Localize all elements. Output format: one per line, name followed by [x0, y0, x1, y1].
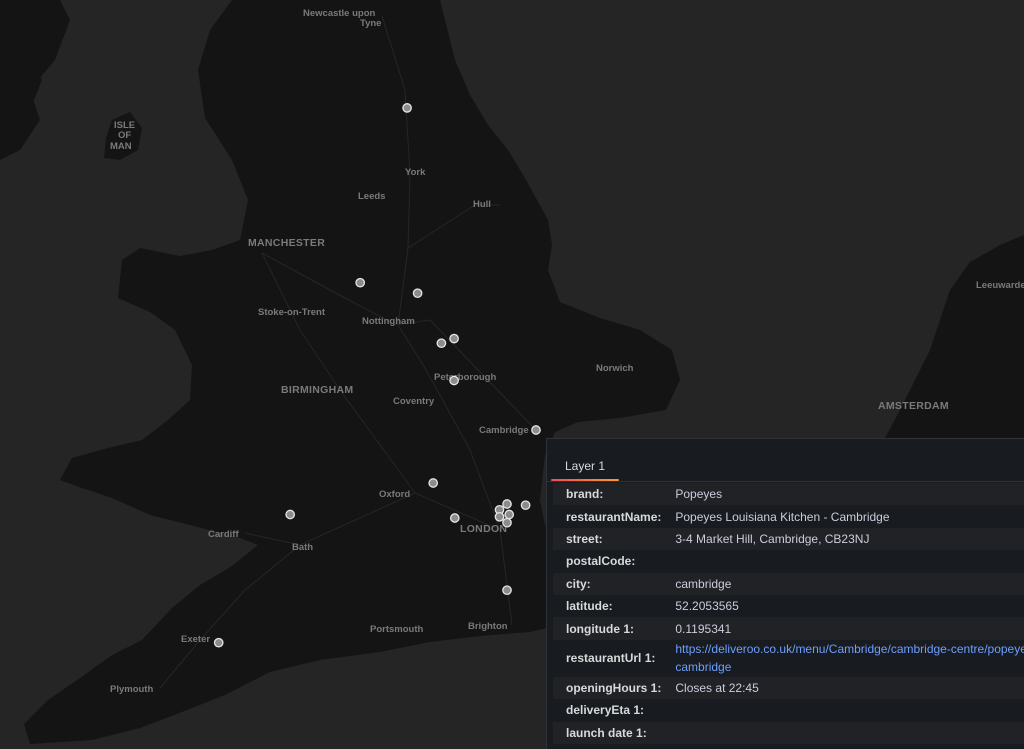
tab-layer-1[interactable]: Layer 1 — [551, 451, 619, 481]
marker-cambridge[interactable] — [531, 425, 541, 435]
property-value: Popeyes — [661, 483, 1024, 506]
property-value: cambridge — [661, 572, 1024, 595]
map-label-york: York — [405, 167, 426, 178]
map-label-coventry: Coventry — [393, 396, 435, 407]
tooltip-tabbar: Layer 1 — [547, 439, 1024, 482]
marker-newcastle[interactable] — [402, 103, 412, 113]
marker-manchester[interactable] — [355, 277, 366, 288]
map-label-bath: Bath — [292, 542, 313, 553]
property-key: deliveryEta 1: — [566, 703, 645, 718]
property-value — [661, 721, 1024, 744]
marker-london-4[interactable] — [504, 509, 515, 520]
map-label-london: LONDON — [460, 523, 507, 535]
marker-oxford[interactable] — [428, 478, 439, 488]
map-label-hull: Hull — [473, 199, 491, 210]
marker-reading[interactable] — [449, 513, 460, 523]
map-label-cambridge: Cambridge — [479, 425, 529, 436]
property-key: openingHours 1: — [553, 676, 662, 700]
map-label-portsmouth: Portsmouth — [370, 624, 424, 635]
marker-london-6[interactable] — [520, 500, 531, 511]
feature-tooltip: Layer 1 brand: Popeyes restaurantName: Pope… — [546, 438, 1024, 749]
map-label-manchester: MANCHESTER — [248, 237, 325, 249]
properties-table: brand: Popeyes restaurantName: Popeyes Loui… — [553, 483, 1024, 744]
table-row: openingHours 1: Closes at 22:45 — [553, 676, 1024, 700]
table-row: street: 3-4 Market Hill, Cambridge, CB23N… — [553, 527, 1024, 551]
marker-london-5[interactable] — [502, 517, 512, 528]
map-label-cardiff: Cardiff — [208, 529, 239, 540]
property-key: street: — [553, 527, 662, 551]
property-key: city: — [553, 572, 662, 595]
marker-london-3[interactable] — [502, 499, 512, 509]
property-key: postalCode: — [566, 554, 636, 569]
map-label-plymouth: Plymouth — [110, 684, 153, 695]
property-value: Closes at 22:45 — [661, 676, 1024, 700]
table-row: deliveryEta 1: — [553, 699, 1024, 721]
marker-sheffield[interactable] — [412, 288, 423, 299]
restaurant-url-link[interactable]: https://deliveroo.co.uk/menu/Cambridge/c… — [675, 640, 1024, 676]
map-label-nottingham: Nottingham — [362, 316, 415, 327]
property-key: restaurantUrl 1: — [566, 651, 656, 666]
marker-nottingham-1[interactable] — [436, 338, 447, 349]
table-row: brand: Popeyes — [553, 483, 1024, 506]
property-key: longitude 1: — [553, 617, 662, 640]
marker-brighton[interactable] — [502, 585, 512, 596]
property-value: 0.1195341 — [661, 617, 1024, 640]
table-row: restaurantUrl 1: https://deliveroo.co.uk/… — [553, 640, 1024, 677]
table-row: longitude 1: 0.1195341 — [553, 617, 1024, 640]
map-label-amsterdam: AMSTERDAM — [878, 400, 949, 412]
map-label-stoke: Stoke-on-Trent — [258, 307, 326, 318]
map-label-oxford: Oxford — [379, 489, 410, 500]
table-row: postalCode: — [553, 550, 1024, 572]
map-label-brighton: Brighton — [468, 621, 508, 632]
marker-leicester[interactable] — [449, 375, 459, 386]
marker-cardiff[interactable] — [285, 509, 296, 520]
table-row: city: cambridge — [553, 572, 1024, 595]
table-row: restaurantName: Popeyes Louisiana Kitchen… — [553, 505, 1024, 527]
map-label-leeds: Leeds — [358, 191, 385, 202]
map-label-birmingham: BIRMINGHAM — [281, 384, 353, 396]
map-label-newcastle-2: Tyne — [360, 18, 381, 29]
property-key: launch date 1: — [553, 721, 662, 744]
property-value — [661, 699, 1024, 721]
map-label-peterborough: Peterborough — [434, 372, 496, 383]
property-key: restaurantName: — [566, 509, 662, 524]
marker-nottingham-2[interactable] — [449, 333, 459, 344]
property-key: brand: — [553, 483, 662, 506]
property-value — [661, 550, 1024, 572]
table-row: launch date 1: — [553, 721, 1024, 744]
map-label-isle-3: MAN — [110, 141, 132, 152]
map-label-exeter: Exeter — [181, 634, 210, 645]
map-label-isle-2: OF — [118, 130, 131, 141]
property-value: 3-4 Market Hill, Cambridge, CB23NJ — [661, 527, 1024, 551]
map-label-leeuwarden: Leeuwarden — [976, 280, 1024, 291]
property-value: https://deliveroo.co.uk/menu/Cambridge/c… — [661, 640, 1024, 677]
table-row: latitude: 52.2053565 — [553, 595, 1024, 617]
property-value: Popeyes Louisiana Kitchen - Cambridge — [675, 509, 890, 524]
marker-london-2[interactable] — [494, 511, 505, 522]
map-label-norwich: Norwich — [596, 363, 634, 374]
property-key: latitude: — [566, 599, 613, 614]
marker-plymouth[interactable] — [213, 637, 224, 648]
property-value: 52.2053565 — [675, 599, 739, 614]
